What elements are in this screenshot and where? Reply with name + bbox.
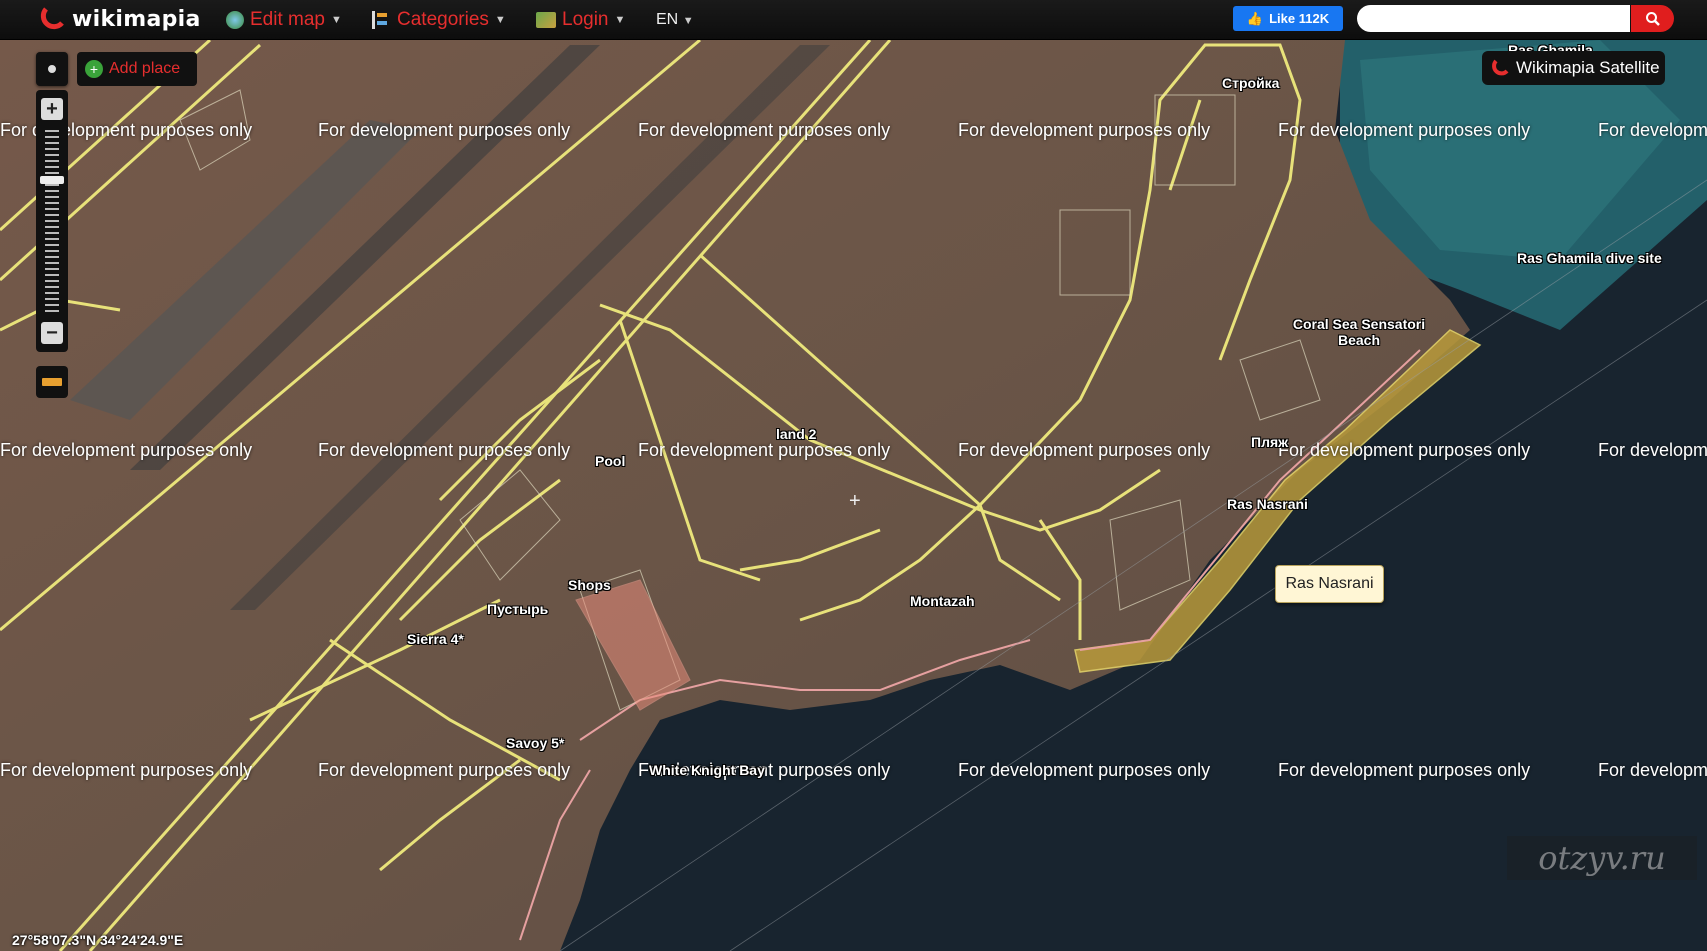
chevron-down-icon: ▼ <box>494 14 506 26</box>
language-selector[interactable]: EN ▼ <box>656 11 694 29</box>
ruler-icon <box>42 378 62 386</box>
categories-label: Categories <box>397 9 489 30</box>
place-tooltip: Ras Nasrani <box>1275 565 1384 603</box>
add-place-label: Add place <box>109 60 181 77</box>
place-label[interactable]: Montazah <box>910 593 975 609</box>
place-label[interactable]: Pool <box>595 453 625 469</box>
place-label[interactable]: Ras Ghamila dive site <box>1517 250 1662 266</box>
logo-icon <box>1492 59 1509 76</box>
place-label[interactable]: Savoy 5* <box>506 735 564 751</box>
categories-menu[interactable]: Categories ▼ <box>372 9 506 31</box>
zoom-control: + − <box>36 90 68 352</box>
place-label[interactable]: Стройка <box>1222 75 1279 91</box>
thumbs-up-icon: 👍 <box>1246 10 1264 26</box>
coordinates-readout: 27°58'07.3"N 34°24'24.9"E <box>12 932 184 948</box>
locate-button[interactable] <box>36 52 68 86</box>
edit-map-menu[interactable]: Edit map ▼ <box>226 9 342 31</box>
ruler-button[interactable] <box>36 366 68 398</box>
wikimapia-logo[interactable]: wikimapia <box>38 4 201 34</box>
chevron-down-icon: ▼ <box>614 14 626 26</box>
place-label[interactable]: Ras Nasrani <box>1227 496 1308 512</box>
search-icon <box>1645 11 1660 26</box>
map-type-button[interactable]: Wikimapia Satellite <box>1482 51 1665 85</box>
crosshair-icon: + <box>849 490 861 512</box>
target-icon <box>46 63 58 75</box>
zoom-out-button[interactable]: − <box>41 322 63 344</box>
satellite-map[interactable] <box>0 0 1707 951</box>
map-type-label: Wikimapia Satellite <box>1516 58 1660 77</box>
search-input[interactable] <box>1357 5 1630 32</box>
search-button[interactable] <box>1631 5 1674 32</box>
login-icon <box>536 12 556 28</box>
login-label: Login <box>562 9 609 30</box>
place-label[interactable]: Пляж <box>1251 434 1288 450</box>
add-place-icon: + <box>85 60 103 78</box>
facebook-like-button[interactable]: 👍 Like 112K <box>1233 6 1343 31</box>
zoom-slider-handle[interactable] <box>40 176 64 184</box>
login-menu[interactable]: Login ▼ <box>536 9 625 31</box>
categories-icon <box>372 11 391 29</box>
zoom-in-button[interactable]: + <box>41 98 63 120</box>
add-place-button[interactable]: + Add place <box>77 52 197 86</box>
place-label[interactable]: Coral Sea Sensatori Beach <box>1289 316 1429 348</box>
place-label[interactable]: Sierra 4* <box>407 631 464 647</box>
zoom-slider-track[interactable] <box>45 126 59 316</box>
site-watermark: otzyv.ru <box>1507 836 1697 880</box>
place-label[interactable]: White Knight Bay <box>649 762 765 778</box>
language-label: EN <box>656 11 679 28</box>
place-label[interactable]: Пустырь <box>487 601 548 617</box>
place-label[interactable]: land 2 <box>776 426 816 442</box>
like-label: Like 112K <box>1269 11 1330 26</box>
logo-icon <box>40 7 64 30</box>
top-navbar: wikimapia Edit map ▼ Categories ▼ Login … <box>0 0 1707 40</box>
logo-text: wikimapia <box>72 6 201 32</box>
edit-map-label: Edit map <box>250 9 325 30</box>
chevron-down-icon: ▼ <box>682 15 694 27</box>
globe-icon <box>226 11 244 29</box>
place-label[interactable]: Shops <box>568 577 611 593</box>
chevron-down-icon: ▼ <box>330 14 342 26</box>
